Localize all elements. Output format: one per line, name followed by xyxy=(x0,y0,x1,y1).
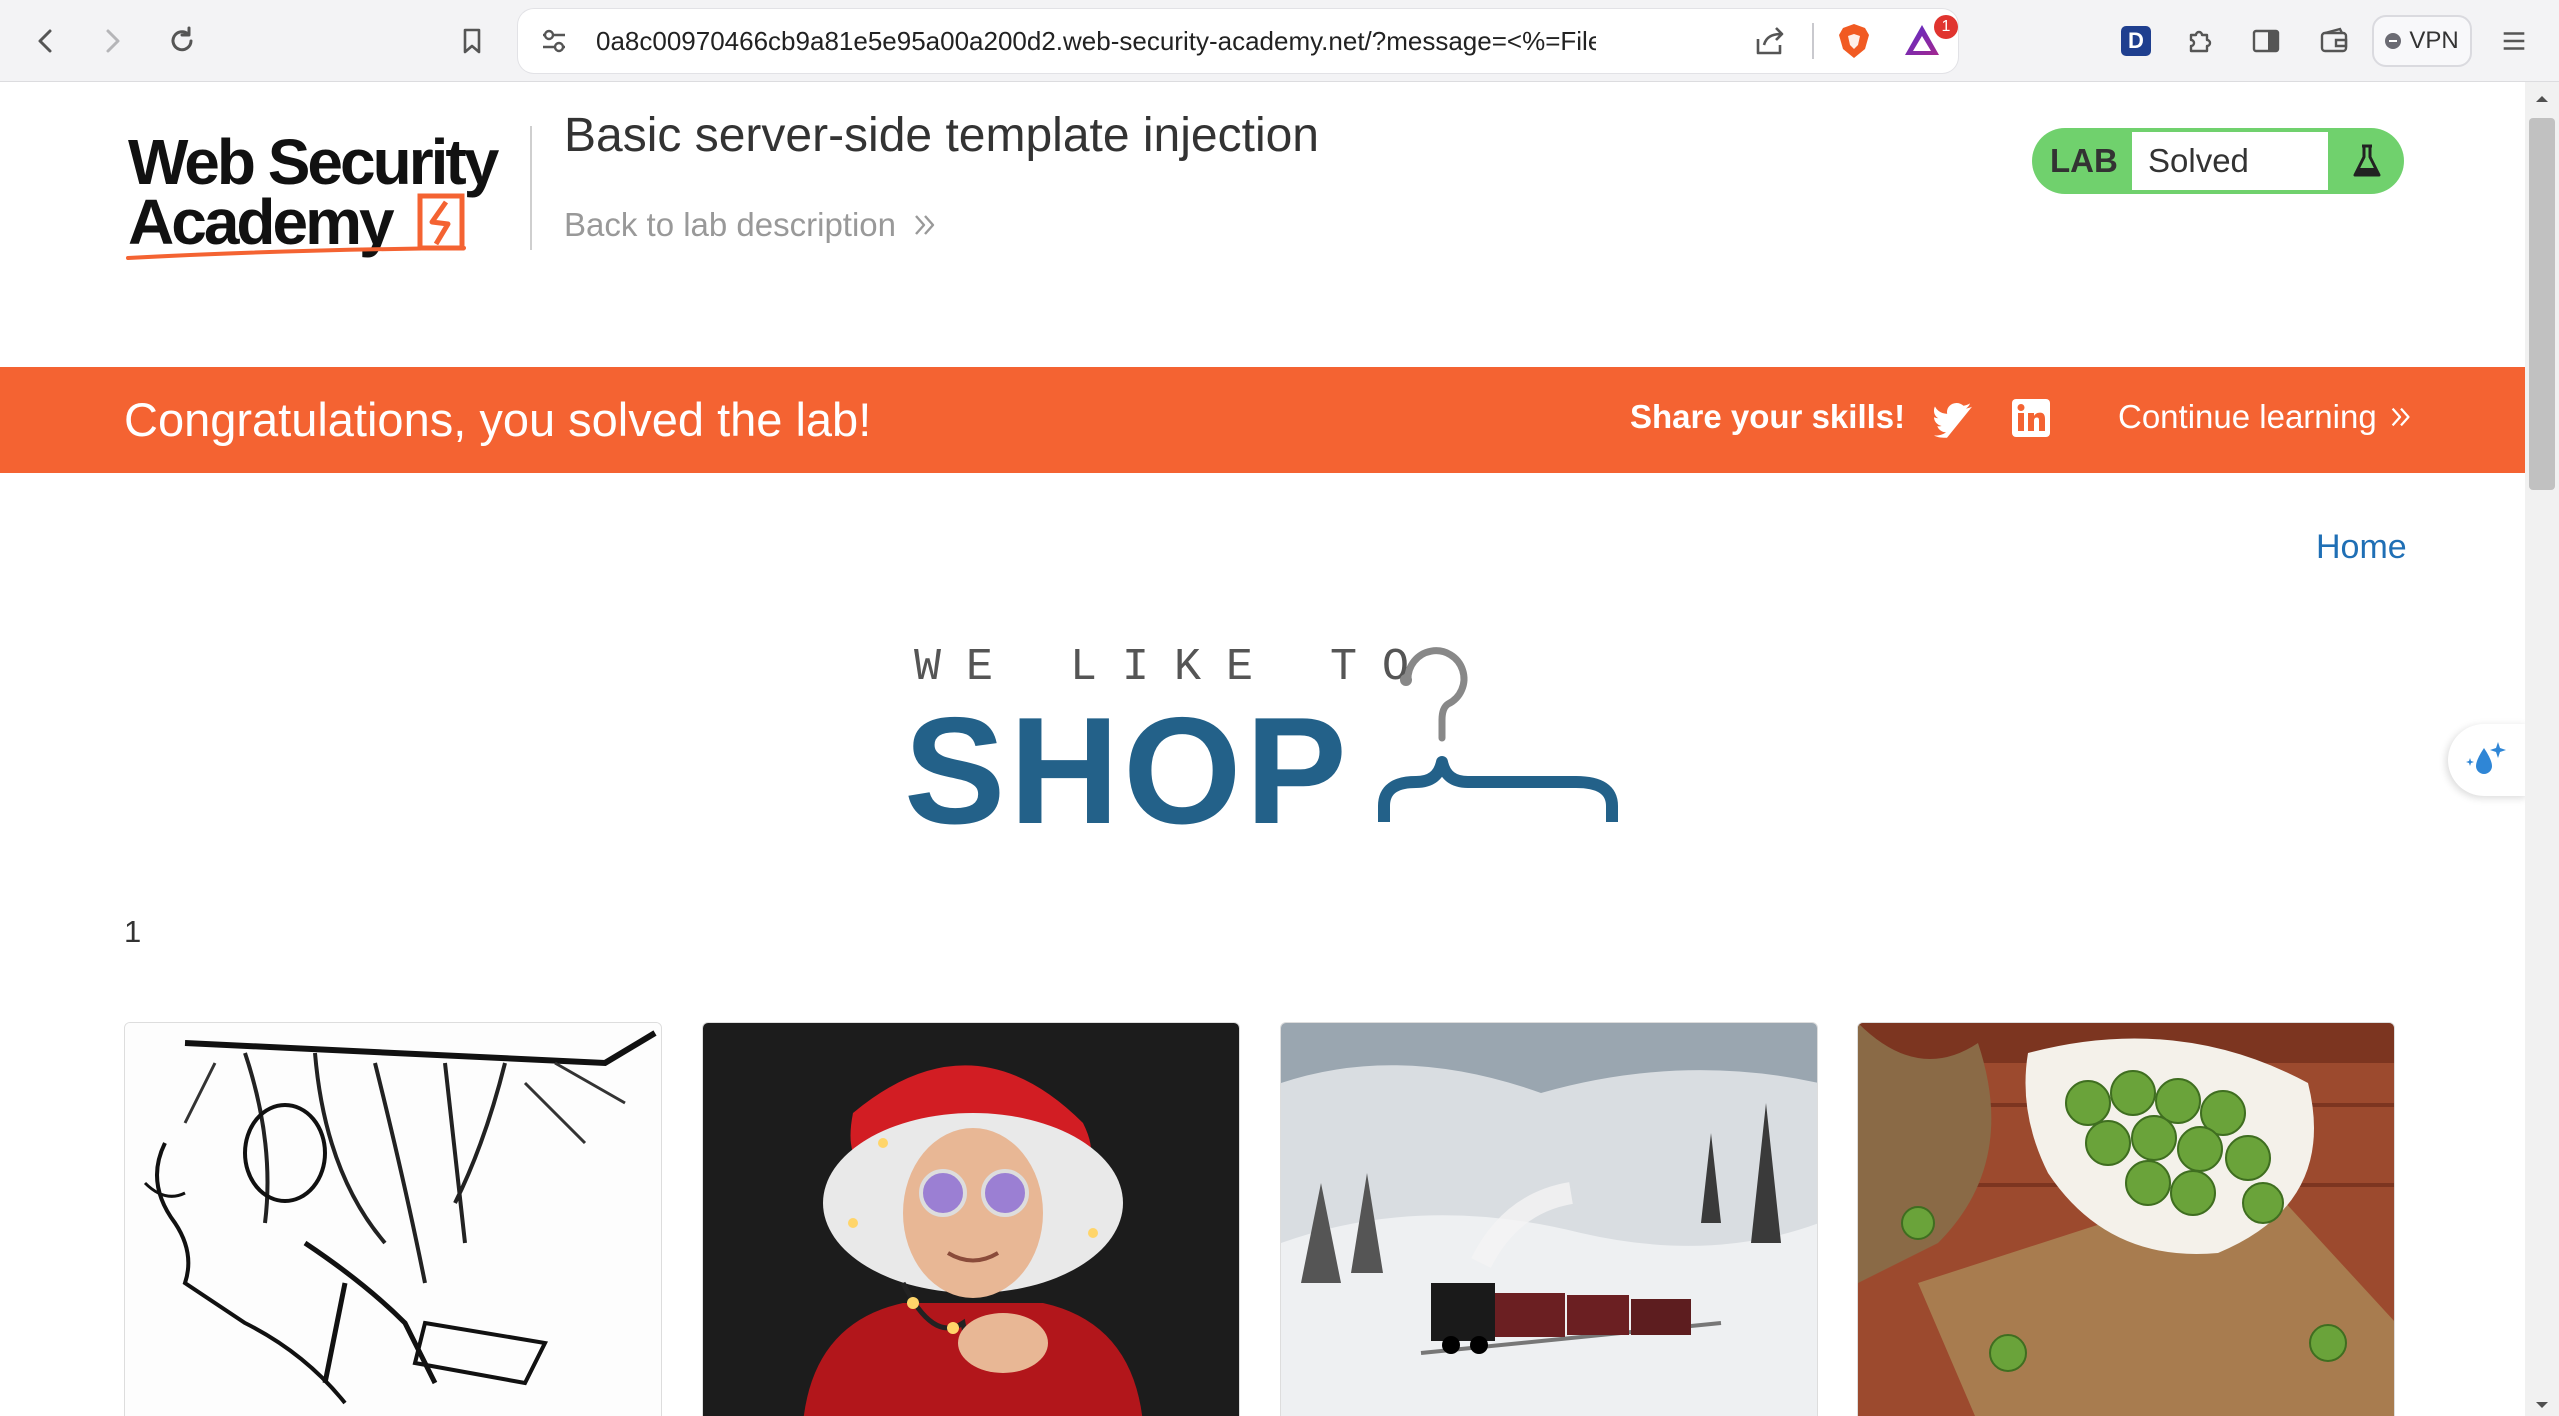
vpn-status-icon xyxy=(2385,33,2402,49)
shop-word: SHOP xyxy=(904,686,1351,856)
vpn-label: VPN xyxy=(2409,27,2459,54)
man-with-christmas-lights-image xyxy=(703,1023,1239,1416)
coat-hanger-icon xyxy=(1378,647,1618,822)
url-text[interactable]: 0a8c00970466cb9a81e5e95a00a200d2.web-sec… xyxy=(596,9,1596,73)
bookmark-icon[interactable] xyxy=(452,21,492,61)
forward-arrow-icon[interactable] xyxy=(92,21,132,61)
shop-logo: WE LIKE TO SHOP xyxy=(902,642,1622,942)
page-content: Web Security Academy Basic server-side t… xyxy=(0,82,2525,1416)
continue-learning-link[interactable]: Continue learning xyxy=(2118,367,2415,467)
continue-learning-label: Continue learning xyxy=(2118,398,2377,435)
double-chevron-right-icon xyxy=(2391,407,2410,427)
brave-shield-icon[interactable] xyxy=(1834,21,1874,61)
menu-icon[interactable] xyxy=(2494,21,2534,61)
vpn-button[interactable]: VPN xyxy=(2372,15,2472,67)
double-chevron-right-icon xyxy=(915,215,935,235)
share-skills-label: Share your skills! xyxy=(1630,398,1906,435)
back-to-lab-description-link[interactable]: Back to lab description xyxy=(564,206,940,244)
color-picker-extension-button[interactable] xyxy=(2448,724,2525,796)
solved-banner: Congratulations, you solved the lab! Sha… xyxy=(0,367,2525,473)
product-image[interactable] xyxy=(702,1022,1240,1416)
toolbar-separator xyxy=(1812,23,1814,59)
address-bar[interactable]: 0a8c00970466cb9a81e5e95a00a200d2.web-sec… xyxy=(518,9,1958,73)
brussels-sprouts-bowl-image xyxy=(1858,1023,2394,1416)
sidebar-icon[interactable] xyxy=(2246,21,2286,61)
lab-status-text: Solved xyxy=(2132,132,2328,190)
lab-status-widget: LAB Solved xyxy=(2032,128,2404,194)
tune-icon[interactable] xyxy=(538,25,570,57)
reflected-message-output: 1 xyxy=(124,914,142,949)
browser-toolbar: 0a8c00970466cb9a81e5e95a00a200d2.web-sec… xyxy=(0,0,2559,82)
share-icon[interactable] xyxy=(1752,23,1788,59)
wallet-icon[interactable] xyxy=(2314,21,2354,61)
scroll-up-arrow-icon[interactable] xyxy=(2533,90,2551,108)
back-link-label: Back to lab description xyxy=(564,206,897,243)
flask-icon xyxy=(2353,144,2381,177)
web-security-academy-logo[interactable]: Web Security Academy xyxy=(124,126,524,266)
lab-title: Basic server-side template injection xyxy=(564,109,1319,162)
dashlane-icon[interactable]: D xyxy=(2116,21,2156,61)
product-image[interactable] xyxy=(1857,1022,2395,1416)
home-link[interactable]: Home xyxy=(2316,528,2407,567)
extensions-puzzle-icon[interactable] xyxy=(2180,21,2220,61)
back-arrow-icon[interactable] xyxy=(26,21,66,61)
product-image[interactable] xyxy=(1280,1022,1818,1416)
sketch-man-contraption-image xyxy=(125,1023,661,1416)
scroll-down-arrow-icon[interactable] xyxy=(2533,1396,2551,1414)
reload-icon[interactable] xyxy=(162,21,202,61)
svg-text:Academy: Academy xyxy=(128,186,395,258)
twitter-icon[interactable] xyxy=(1934,402,1974,438)
product-image[interactable] xyxy=(124,1022,662,1416)
lab-label: LAB xyxy=(2050,142,2118,179)
linkedin-icon[interactable] xyxy=(2012,399,2050,437)
logo-divider xyxy=(530,126,532,250)
steam-train-in-snow-image xyxy=(1281,1023,1817,1416)
sparkle-drop-icon xyxy=(2466,742,2506,774)
solved-message: Congratulations, you solved the lab! xyxy=(124,393,872,446)
rewards-badge: 1 xyxy=(1934,15,1958,39)
scrollbar-thumb[interactable] xyxy=(2529,118,2555,490)
